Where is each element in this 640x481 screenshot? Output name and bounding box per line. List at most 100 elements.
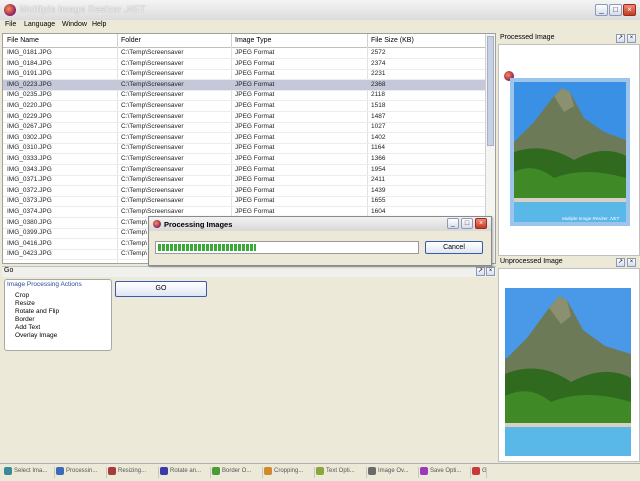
folder-cell: C:\Temp\Screensaver bbox=[121, 197, 184, 205]
scroll-thumb[interactable] bbox=[487, 36, 494, 146]
folder-cell: C:\Temp\Screensaver bbox=[121, 186, 184, 194]
cancel-button[interactable]: Cancel bbox=[425, 241, 483, 254]
folder-cell: C:\Temp\ bbox=[121, 218, 148, 226]
task-label: Processin... bbox=[66, 468, 98, 474]
file-size-cell: 1164 bbox=[371, 144, 385, 152]
menu-language[interactable]: Language bbox=[24, 21, 55, 28]
image-type-cell: JPEG Format bbox=[235, 176, 275, 184]
go-toolbar-label: Go bbox=[4, 267, 14, 274]
task-tab-select[interactable]: Select Ima... bbox=[4, 467, 55, 478]
folder-cell: C:\Temp\Screensaver bbox=[121, 133, 184, 141]
image-type-cell: JPEG Format bbox=[235, 49, 275, 56]
rotate-icon bbox=[160, 467, 168, 475]
task-tab-go[interactable]: Go bbox=[472, 467, 487, 478]
minimize-button[interactable]: _ bbox=[595, 4, 608, 16]
file-size-cell: 1604 bbox=[371, 208, 386, 215]
table-row[interactable]: IMG_0267.JPG C:\Temp\Screensaver JPEG Form… bbox=[3, 122, 485, 134]
maximize-button[interactable]: □ bbox=[609, 4, 622, 16]
dialog-minimize-button[interactable]: _ bbox=[447, 218, 459, 229]
task-panel-bar: Select Ima... Processin... Resizing... Rota… bbox=[0, 463, 640, 481]
action-crop[interactable]: Crop bbox=[15, 292, 29, 299]
table-row[interactable]: IMG_0191.JPG C:\Temp\Screensaver JPEG Form… bbox=[3, 69, 485, 81]
table-row[interactable]: IMG_0371.JPG C:\Temp\Screensaver JPEG Form… bbox=[3, 175, 485, 187]
go-pin-icon[interactable]: ↗ bbox=[476, 267, 485, 276]
task-tab-save[interactable]: Save Opti... bbox=[420, 467, 471, 478]
task-label: Select Ima... bbox=[14, 468, 48, 474]
table-row[interactable]: IMG_0310.JPG C:\Temp\Screensaver JPEG Form… bbox=[3, 143, 485, 155]
table-row[interactable]: IMG_0181.JPG C:\Temp\Screensaver JPEG Form… bbox=[3, 48, 485, 59]
file-name-cell: IMG_0374.JPG bbox=[7, 208, 52, 215]
task-tab-text[interactable]: Text Opti... bbox=[316, 467, 367, 478]
progress-bar bbox=[155, 241, 419, 254]
border-icon bbox=[212, 467, 220, 475]
task-tab-rotate[interactable]: Rotate an... bbox=[160, 467, 211, 478]
file-name-cell: IMG_0220.JPG bbox=[7, 102, 52, 109]
file-name-cell: IMG_0372.JPG bbox=[7, 186, 52, 194]
table-row[interactable]: IMG_0184.JPG C:\Temp\Screensaver JPEG Form… bbox=[3, 59, 485, 70]
task-label: Go bbox=[482, 468, 487, 474]
save-icon bbox=[420, 467, 428, 475]
crop-icon bbox=[264, 467, 272, 475]
task-label: Text Opti... bbox=[326, 468, 355, 474]
column-folder[interactable]: Folder bbox=[121, 37, 141, 44]
column-file-name[interactable]: File Name bbox=[7, 37, 39, 44]
image-type-cell: JPEG Format bbox=[235, 133, 275, 141]
panel-close-icon[interactable]: × bbox=[627, 34, 636, 43]
close-button[interactable]: × bbox=[623, 4, 636, 16]
table-row[interactable]: IMG_0220.JPG C:\Temp\Screensaver JPEG Form… bbox=[3, 101, 485, 112]
panel-pin-icon[interactable]: ↗ bbox=[616, 34, 625, 43]
folder-cell: C:\Temp\Screensaver bbox=[121, 176, 184, 184]
file-name-cell: IMG_0223.JPG bbox=[7, 80, 52, 88]
table-row[interactable]: IMG_0372.JPG C:\Temp\Screensaver JPEG Form… bbox=[3, 186, 485, 197]
folder-cell: C:\Temp\Screensaver bbox=[121, 102, 184, 109]
table-row[interactable]: IMG_0229.JPG C:\Temp\Screensaver JPEG Form… bbox=[3, 112, 485, 123]
table-row[interactable]: IMG_0333.JPG C:\Temp\Screensaver JPEG Form… bbox=[3, 154, 485, 165]
table-row[interactable]: IMG_0302.JPG C:\Temp\Screensaver JPEG Form… bbox=[3, 133, 485, 144]
column-file-size[interactable]: File Size (KB) bbox=[371, 37, 414, 44]
dialog-maximize-button[interactable]: □ bbox=[461, 218, 473, 229]
action-resize[interactable]: Resize bbox=[15, 300, 35, 307]
action-overlay-image[interactable]: Overlay Image bbox=[15, 332, 57, 339]
image-type-cell: JPEG Format bbox=[235, 102, 275, 109]
action-border[interactable]: Border bbox=[15, 316, 35, 323]
go-button[interactable]: GO bbox=[115, 281, 207, 297]
menu-window[interactable]: Window bbox=[62, 21, 87, 28]
grid-header: File Name Folder Image Type File Size (K… bbox=[3, 34, 485, 48]
table-row[interactable]: IMG_0235.JPG C:\Temp\Screensaver JPEG Form… bbox=[3, 90, 485, 102]
task-tab-overlay[interactable]: Image Ov... bbox=[368, 467, 419, 478]
task-tab-processing[interactable]: Processin... bbox=[56, 467, 107, 478]
task-tab-resize[interactable]: Resizing... bbox=[108, 467, 159, 478]
task-label: Resizing... bbox=[118, 468, 147, 474]
image-type-cell: JPEG Format bbox=[235, 123, 275, 131]
task-label: Rotate an... bbox=[170, 468, 202, 474]
dialog-title: Processing Images bbox=[164, 220, 233, 229]
panel-close-icon[interactable]: × bbox=[627, 258, 636, 267]
file-name-cell: IMG_0416.JPG bbox=[7, 239, 52, 247]
column-image-type[interactable]: Image Type bbox=[235, 37, 271, 44]
processing-dialog: Processing Images _ □ × Cancel bbox=[148, 216, 492, 266]
file-size-cell: 2572 bbox=[371, 49, 386, 56]
action-add-text[interactable]: Add Text bbox=[15, 324, 40, 331]
image-type-cell: JPEG Format bbox=[235, 165, 275, 173]
file-size-cell: 2411 bbox=[371, 176, 385, 184]
task-tab-crop[interactable]: Cropping... bbox=[264, 467, 315, 478]
image-type-cell: JPEG Format bbox=[235, 208, 275, 215]
select-icon bbox=[4, 467, 12, 475]
table-row[interactable]: IMG_0223.JPG C:\Temp\Screensaver JPEG Form… bbox=[3, 79, 485, 91]
file-size-cell: 2374 bbox=[371, 59, 386, 67]
text-icon bbox=[316, 467, 324, 475]
file-name-cell: IMG_0235.JPG bbox=[7, 91, 52, 99]
task-tab-border[interactable]: Border O... bbox=[212, 467, 263, 478]
menu-file[interactable]: File bbox=[5, 21, 16, 28]
go-close-icon[interactable]: × bbox=[486, 267, 495, 276]
file-size-cell: 1402 bbox=[371, 133, 386, 141]
table-row[interactable]: IMG_0343.JPG C:\Temp\Screensaver JPEG Form… bbox=[3, 165, 485, 176]
table-row[interactable]: IMG_0373.JPG C:\Temp\Screensaver JPEG Form… bbox=[3, 196, 485, 208]
menu-help[interactable]: Help bbox=[92, 21, 106, 28]
action-rotate-flip[interactable]: Rotate and Flip bbox=[15, 308, 59, 315]
task-label: Image Ov... bbox=[378, 468, 409, 474]
panel-pin-icon[interactable]: ↗ bbox=[616, 258, 625, 267]
task-label: Cropping... bbox=[274, 468, 304, 474]
image-type-cell: JPEG Format bbox=[235, 144, 275, 152]
dialog-close-button[interactable]: × bbox=[475, 218, 487, 229]
